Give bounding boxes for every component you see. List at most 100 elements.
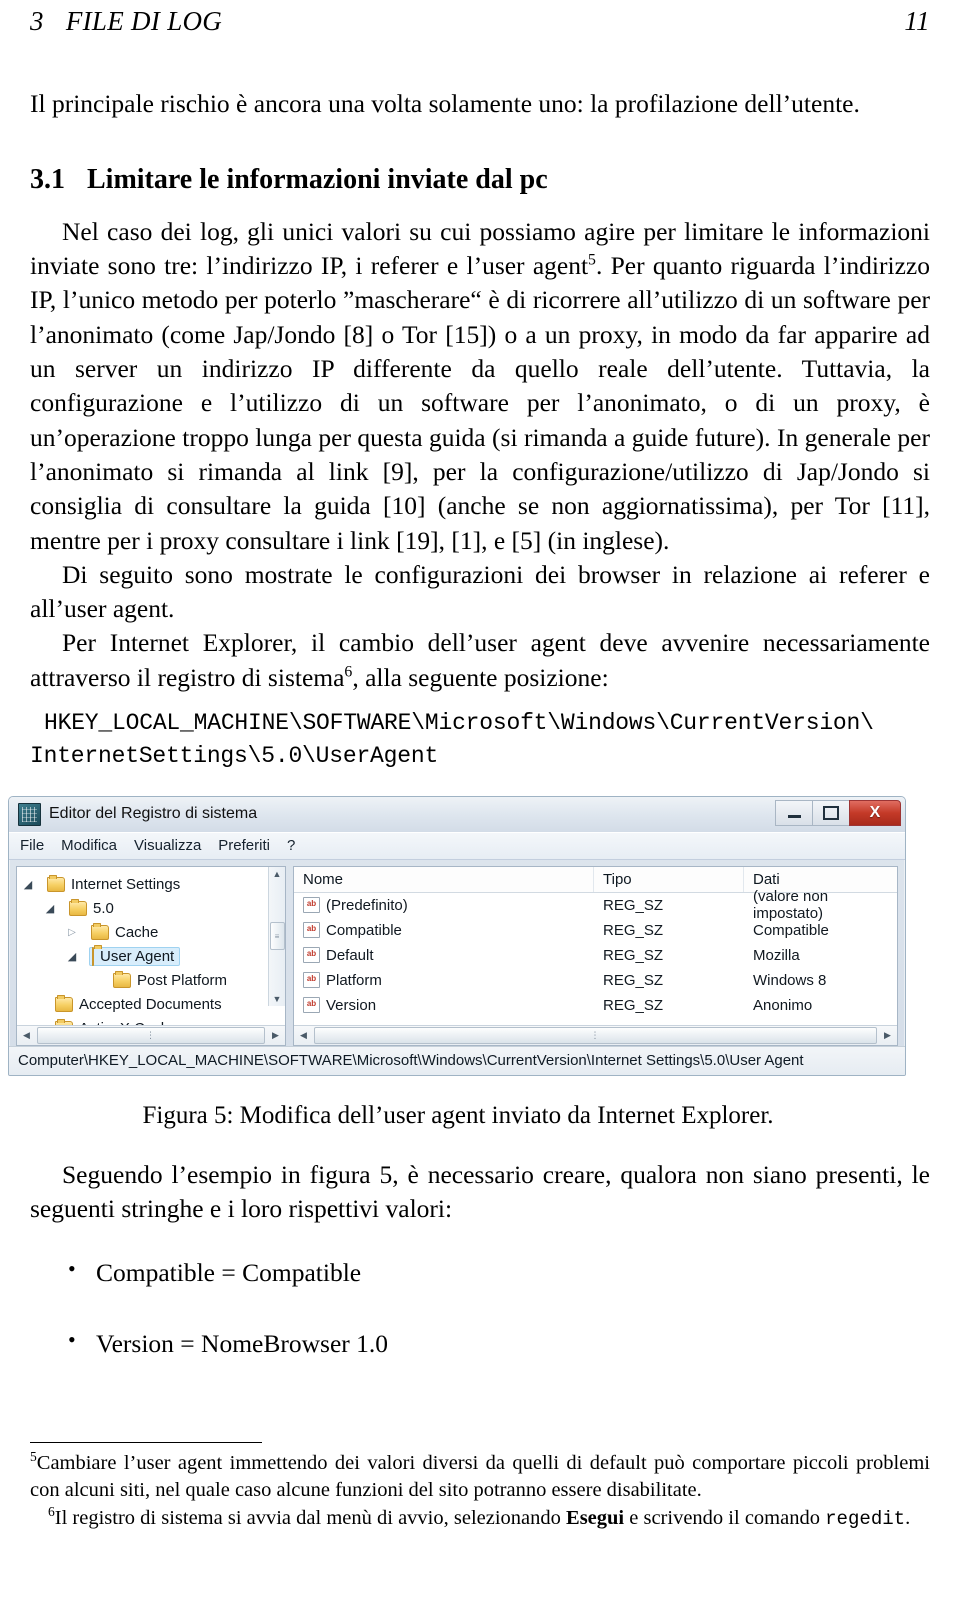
string-values-list: Compatible = Compatible Version = NomeBr… [30,1254,930,1361]
expand-icon[interactable] [43,902,57,915]
footnote-6: 6Il registro di sistema si avvia dal men… [30,1505,930,1532]
tree-item-label: User Agent [100,948,175,966]
string-value-icon: ab [303,972,320,989]
tree-item-label: Post Platform [137,972,228,990]
registry-path-line-2: InternetSettings\5.0\UserAgent [30,743,439,770]
menu-item-preferiti[interactable]: Preferiti [218,837,270,854]
table-row[interactable]: ab Platform REG_SZ Windows 8 [294,968,897,993]
figure-5: Editor del Registro di sistema X File Mo… [8,795,930,1130]
footnote-6-bold-term: Esegui [566,1507,625,1530]
page-number: 11 [904,6,930,36]
menu-item-help[interactable]: ? [287,837,295,854]
scroll-down-icon[interactable]: ▼ [273,994,282,1004]
tree-item-post-platform[interactable]: Post Platform [17,969,285,993]
regedit-window-title: Editor del Registro di sistema [49,805,258,823]
value-name-cell: ab (Predefinito) [294,897,594,914]
column-header-tipo[interactable]: Tipo [594,866,744,892]
expand-icon[interactable] [65,950,79,963]
maximize-icon [823,805,839,820]
table-row[interactable]: ab (Predefinito) REG_SZ (valore non impos… [294,888,897,922]
folder-icon [47,875,65,893]
tree-item-accepted-documents[interactable]: Accepted Documents [17,993,285,1017]
scroll-left-icon[interactable]: ◀ [18,1027,35,1044]
tree-item-cache[interactable]: Cache [17,921,285,945]
close-icon: X [869,803,881,821]
menu-item-visualizza[interactable]: Visualizza [134,837,201,854]
paragraph-2: Di seguito sono mostrate le configurazio… [30,559,930,624]
paragraph-3: Per Internet Explorer, il cambio dell’us… [30,626,930,695]
scroll-right-icon[interactable]: ▶ [879,1027,896,1044]
paragraph-3-part-b: , alla seguente posizione: [352,662,609,692]
tree-item-selected-highlight[interactable]: User Agent [89,947,181,967]
registry-tree[interactable]: Internet Settings 5.0 [17,866,285,1025]
value-data: Windows 8 [753,971,827,989]
registry-path-block: HKEY_LOCAL_MACHINE\SOFTWARE\Microsoft\Wi… [30,707,930,774]
figure-caption: Figura 5: Modifica dell’user agent invia… [142,1101,774,1129]
tree-vertical-scrollbar[interactable]: ▲ ≡ ▼ [268,866,285,1006]
value-name: Compatible [326,921,402,939]
footnote-6-marker: 6 [48,1504,55,1520]
document-page: 3 FILE DI LOG 11 Il principale rischio è… [0,0,960,1613]
footnotes: 5Cambiare l’user agent immettendo dei va… [30,1450,930,1532]
values-horizontal-scrollbar[interactable]: ◀ ⋮ ▶ [294,1024,897,1045]
value-name-cell: ab Default [294,947,594,964]
string-value-icon: ab [303,897,320,914]
paragraph-1-part-b: . Per quanto riguarda l’indirizzo IP, l’… [30,251,930,555]
tree-item-label: Internet Settings [71,876,181,894]
tree-item-label: Cache [115,924,159,942]
section-heading: 3.1 Limitare le informazioni inviate dal… [30,163,930,197]
footnote-separator [30,1442,262,1443]
footnote-6-command: regedit [825,1508,906,1531]
scrollbar-thumb[interactable]: ⋮ [37,1026,265,1044]
minimize-button[interactable] [775,799,813,826]
tree-item-internet-settings[interactable]: Internet Settings [17,873,285,897]
tree-item-user-agent[interactable]: User Agent [17,945,285,969]
regedit-window: Editor del Registro di sistema X File Mo… [8,795,906,1076]
table-row[interactable]: ab Default REG_SZ Mozilla [294,943,897,968]
scrollbar-thumb[interactable]: ⋮ [314,1026,877,1044]
scroll-up-icon[interactable]: ▲ [273,869,282,879]
regedit-status-bar: Computer\HKEY_LOCAL_MACHINE\SOFTWARE\Mic… [9,1045,905,1075]
tree-horizontal-scrollbar[interactable]: ◀ ⋮ ▶ [17,1024,285,1045]
tree-item-label: 5.0 [93,900,114,918]
minimize-icon [787,815,801,819]
tree-item-activex-cache[interactable]: ActiveX Cache [17,1017,285,1025]
expand-icon[interactable] [21,878,35,891]
scroll-left-icon[interactable]: ◀ [295,1027,312,1044]
table-row[interactable]: ab Compatible REG_SZ Compatible [294,918,897,943]
value-data: Mozilla [753,946,800,964]
footnote-5: 5Cambiare l’user agent immettendo dei va… [30,1450,930,1503]
registry-values-pane[interactable]: Nome Tipo Dati ab (Predefinito) REG_SZ (v… [293,865,898,1046]
value-name: Platform [326,971,382,989]
registry-editor-icon [18,802,41,826]
folder-icon [92,947,94,967]
scroll-right-icon[interactable]: ▶ [267,1027,284,1044]
registry-tree-pane[interactable]: Internet Settings 5.0 [16,865,286,1046]
regedit-screenshot: Editor del Registro di sistema X File Mo… [8,795,908,1076]
paragraph-1: Nel caso dei log, gli unici valori su cu… [30,215,930,558]
table-row[interactable]: ab Version REG_SZ Anonimo [294,993,897,1018]
value-type: REG_SZ [603,896,664,914]
running-head: 3 FILE DI LOG 11 [30,6,930,37]
value-data: Anonimo [753,996,813,1014]
column-header-nome[interactable]: Nome [294,866,594,892]
footnote-6-text-a: Il registro di sistema si avvia dal menù… [54,1507,567,1530]
footnote-marker-5: 5 [588,251,596,269]
regedit-titlebar: Editor del Registro di sistema X [9,796,905,832]
footnotes-block: 5Cambiare l’user agent immettendo dei va… [30,1436,930,1532]
tree-item-5-0[interactable]: 5.0 [17,897,285,921]
scrollbar-thumb[interactable]: ≡ [269,922,285,951]
value-data: Compatible [753,921,829,939]
value-name-cell: ab Platform [294,972,594,989]
footnote-5-marker: 5 [30,1449,37,1465]
collapse-icon[interactable] [65,927,79,938]
page-content: 3 FILE DI LOG 11 Il principale rischio è… [8,0,930,1397]
list-item: Version = NomeBrowser 1.0 [30,1325,930,1361]
value-type: REG_SZ [603,971,664,989]
string-value-icon: ab [303,947,320,964]
menu-item-modifica[interactable]: Modifica [61,837,117,854]
maximize-button[interactable] [812,799,850,826]
folder-icon [55,1019,73,1025]
menu-item-file[interactable]: File [20,837,44,854]
close-button[interactable]: X [849,799,901,826]
